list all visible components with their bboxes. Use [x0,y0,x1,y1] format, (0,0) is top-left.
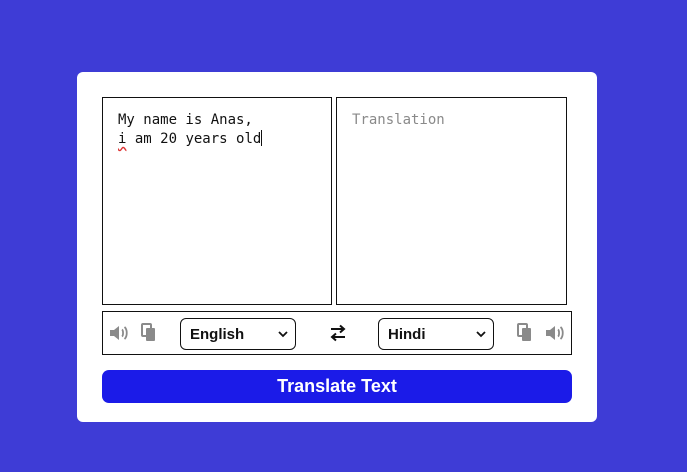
translation-textarea[interactable]: Translation [336,97,567,305]
source-text: My name is Anas, i am 20 years old [118,111,263,149]
swap-icon[interactable] [329,324,347,342]
source-line-2: am 20 years old [126,131,262,147]
to-language-select[interactable]: Hindi [378,318,494,350]
chevron-down-icon [278,331,288,338]
translation-placeholder: Translation [352,112,445,128]
to-language-value: Hindi [388,326,426,343]
from-language-value: English [190,326,245,343]
copy-icon[interactable] [517,323,533,343]
speaker-icon[interactable] [544,323,566,343]
text-caret [261,130,263,146]
speaker-icon[interactable] [108,323,130,343]
from-language-select[interactable]: English [180,318,296,350]
controls-bar: English Hindi [102,311,572,355]
translator-card: My name is Anas, i am 20 years old Trans… [77,72,597,422]
chevron-down-icon [476,331,486,338]
copy-icon[interactable] [141,323,157,343]
source-line-1: My name is Anas, [118,112,253,128]
translate-button[interactable]: Translate Text [102,370,572,403]
source-textarea[interactable]: My name is Anas, i am 20 years old [102,97,332,305]
